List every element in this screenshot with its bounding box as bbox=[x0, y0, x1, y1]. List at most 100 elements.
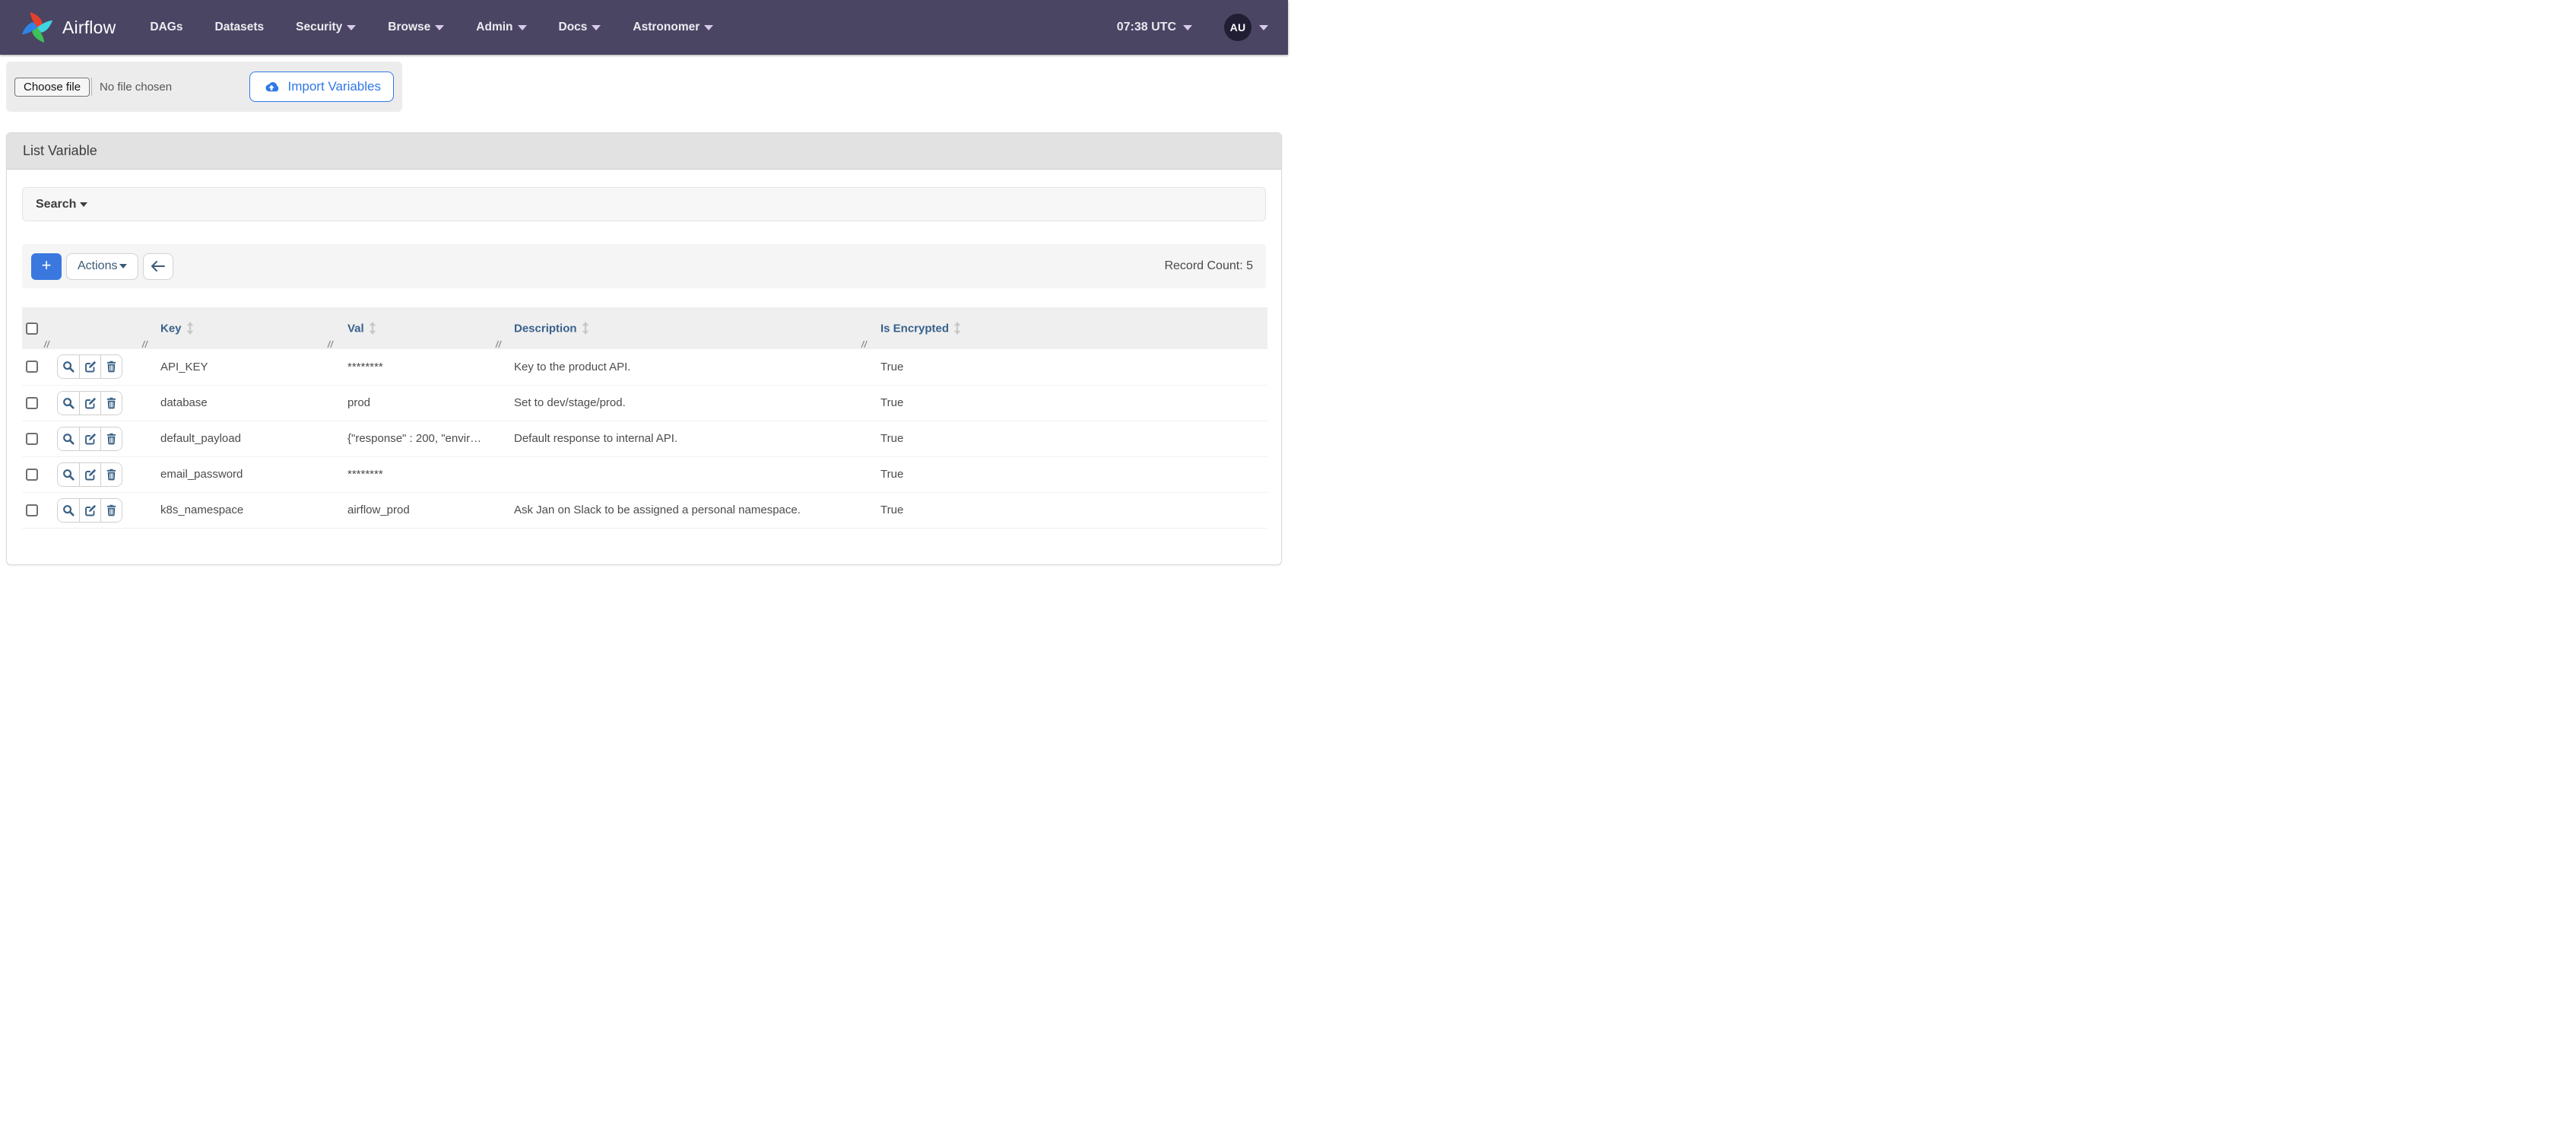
file-status-text: No file chosen bbox=[100, 81, 172, 94]
cell-key: API_KEY bbox=[149, 349, 335, 385]
delete-record-button[interactable] bbox=[100, 499, 122, 522]
row-checkbox[interactable] bbox=[26, 397, 38, 409]
timezone-dropdown[interactable]: 07:38 UTC bbox=[1117, 21, 1192, 34]
nav-links: DAGs Datasets Security Browse Admin Docs… bbox=[134, 0, 729, 55]
panel-header: List Variable bbox=[7, 133, 1281, 170]
magnifier-icon bbox=[62, 504, 75, 516]
nav-item-astronomer[interactable]: Astronomer bbox=[617, 0, 729, 55]
choose-file-button[interactable]: Choose file bbox=[14, 78, 90, 97]
cell-val: {"response" : 200, "envir… bbox=[335, 421, 503, 456]
trash-icon bbox=[106, 433, 117, 445]
import-variables-button[interactable]: Import Variables bbox=[249, 71, 394, 102]
top-navbar: Airflow DAGs Datasets Security Browse Ad… bbox=[0, 0, 1288, 55]
nav-item-docs[interactable]: Docs bbox=[543, 0, 617, 55]
edit-pencil-icon bbox=[84, 504, 97, 516]
header-val[interactable]: Val bbox=[335, 307, 503, 349]
cell-val: ******** bbox=[335, 349, 503, 385]
divider bbox=[91, 78, 92, 96]
chevron-down-icon bbox=[1259, 25, 1268, 30]
cell-is-encrypted: True bbox=[868, 349, 1267, 385]
view-record-button[interactable] bbox=[58, 499, 79, 522]
column-resize-handle[interactable] bbox=[327, 340, 334, 348]
airflow-brand[interactable]: Airflow bbox=[20, 10, 116, 45]
view-record-button[interactable] bbox=[58, 392, 79, 415]
magnifier-icon bbox=[62, 397, 75, 409]
actions-dropdown-button[interactable]: Actions bbox=[66, 253, 138, 280]
navbar-right: 07:38 UTC AU bbox=[1117, 14, 1268, 41]
row-actions bbox=[57, 391, 122, 415]
edit-record-button[interactable] bbox=[79, 355, 100, 378]
cell-is-encrypted: True bbox=[868, 456, 1267, 492]
sort-icon bbox=[953, 322, 961, 335]
cell-description: Key to the product API. bbox=[503, 349, 868, 385]
view-record-button[interactable] bbox=[58, 463, 79, 486]
chevron-down-icon bbox=[1183, 25, 1192, 30]
view-record-button[interactable] bbox=[58, 427, 79, 450]
edit-record-button[interactable] bbox=[79, 463, 100, 486]
delete-record-button[interactable] bbox=[100, 427, 122, 450]
chevron-down-icon bbox=[435, 25, 444, 30]
table-header-row: Key Val Description Is Encrypted bbox=[22, 307, 1267, 349]
edit-pencil-icon bbox=[84, 361, 97, 373]
cloud-upload-icon bbox=[262, 81, 281, 94]
cell-description bbox=[503, 456, 868, 492]
edit-record-button[interactable] bbox=[79, 499, 100, 522]
select-all-checkbox[interactable] bbox=[26, 322, 38, 335]
variables-table: Key Val Description Is Encrypted bbox=[22, 307, 1267, 529]
cell-key: database bbox=[149, 385, 335, 421]
record-count: Record Count: 5 bbox=[1164, 259, 1257, 273]
nav-item-datasets[interactable]: Datasets bbox=[199, 0, 281, 55]
user-menu[interactable]: AU bbox=[1224, 14, 1268, 41]
column-resize-handle[interactable] bbox=[43, 340, 50, 348]
trash-icon bbox=[106, 361, 117, 373]
chevron-down-icon bbox=[518, 25, 527, 30]
row-checkbox[interactable] bbox=[26, 361, 38, 373]
cell-val: airflow_prod bbox=[335, 492, 503, 528]
nav-item-admin[interactable]: Admin bbox=[460, 0, 542, 55]
header-key[interactable]: Key bbox=[149, 307, 335, 349]
nav-item-browse[interactable]: Browse bbox=[372, 0, 460, 55]
column-resize-handle[interactable] bbox=[141, 340, 148, 348]
cell-key: email_password bbox=[149, 456, 335, 492]
edit-pencil-icon bbox=[84, 433, 97, 445]
edit-pencil-icon bbox=[84, 397, 97, 409]
back-button[interactable] bbox=[143, 253, 173, 280]
view-record-button[interactable] bbox=[58, 355, 79, 378]
chevron-down-icon bbox=[704, 25, 713, 30]
sort-icon bbox=[186, 322, 194, 335]
search-dropdown[interactable]: Search bbox=[22, 187, 1266, 221]
add-record-button[interactable]: + bbox=[31, 253, 62, 280]
row-actions bbox=[57, 462, 122, 487]
column-resize-handle[interactable] bbox=[495, 340, 502, 348]
nav-item-dags[interactable]: DAGs bbox=[134, 0, 198, 55]
header-is-encrypted[interactable]: Is Encrypted bbox=[868, 307, 1267, 349]
row-actions bbox=[57, 427, 122, 451]
delete-record-button[interactable] bbox=[100, 392, 122, 415]
list-variable-panel: List Variable Search + Actions Record Co… bbox=[6, 132, 1282, 565]
sort-icon bbox=[582, 322, 589, 335]
delete-record-button[interactable] bbox=[100, 463, 122, 486]
column-resize-handle[interactable] bbox=[861, 340, 868, 348]
nav-item-security[interactable]: Security bbox=[280, 0, 372, 55]
row-checkbox[interactable] bbox=[26, 433, 38, 445]
row-checkbox[interactable] bbox=[26, 469, 38, 481]
edit-record-button[interactable] bbox=[79, 427, 100, 450]
sort-icon bbox=[369, 322, 376, 335]
current-time: 07:38 UTC bbox=[1117, 21, 1176, 34]
edit-record-button[interactable] bbox=[79, 392, 100, 415]
magnifier-icon bbox=[62, 469, 75, 481]
table-toolbar: + Actions Record Count: 5 bbox=[22, 244, 1266, 288]
cell-val: prod bbox=[335, 385, 503, 421]
row-checkbox[interactable] bbox=[26, 504, 38, 516]
delete-record-button[interactable] bbox=[100, 355, 122, 378]
magnifier-icon bbox=[62, 361, 75, 373]
trash-icon bbox=[106, 397, 117, 409]
cell-description: Set to dev/stage/prod. bbox=[503, 385, 868, 421]
chevron-down-icon bbox=[119, 264, 127, 268]
cell-key: default_payload bbox=[149, 421, 335, 456]
cell-is-encrypted: True bbox=[868, 385, 1267, 421]
header-description[interactable]: Description bbox=[503, 307, 868, 349]
magnifier-icon bbox=[62, 433, 75, 445]
trash-icon bbox=[106, 469, 117, 481]
chevron-down-icon bbox=[347, 25, 356, 30]
